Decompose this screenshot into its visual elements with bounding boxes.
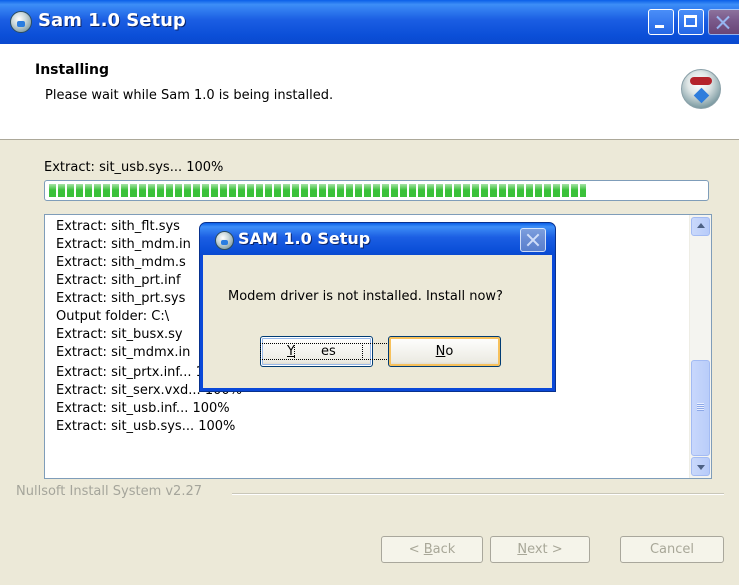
scroll-up-arrow-icon[interactable] (691, 217, 710, 236)
window-title: Sam 1.0 Setup (38, 10, 186, 31)
maximize-button[interactable] (678, 9, 704, 35)
setup-app-icon (10, 11, 32, 33)
dialog-title: SAM 1.0 Setup (238, 229, 371, 248)
log-line: Output folder: C:\ (56, 309, 170, 324)
no-button[interactable]: No (388, 336, 501, 367)
setup-app-icon (215, 231, 234, 250)
no-button-rest: o (445, 344, 454, 359)
yes-button-rest: es (293, 343, 363, 360)
window-titlebar[interactable]: Sam 1.0 Setup (0, 0, 739, 44)
dialog-message: Modem driver is not installed. Install n… (228, 289, 503, 304)
close-button[interactable] (708, 9, 739, 35)
branding-text: Nullsoft Install System v2.27 (16, 484, 203, 499)
cancel-button[interactable]: Cancel (620, 536, 724, 563)
progress-bar (44, 180, 709, 201)
next-button-mnemonic: N (517, 542, 528, 557)
footer-divider (232, 493, 724, 495)
yes-button-mnemonic: Y (287, 344, 295, 359)
log-line: Extract: sit_usb.sys... 100% (56, 419, 236, 434)
no-button-mnemonic: N (435, 344, 446, 359)
log-line: Extract: sith_mdm.s (56, 255, 186, 270)
back-button-mnemonic: B (423, 542, 433, 557)
modem-driver-dialog[interactable]: SAM 1.0 Setup Modem driver is not instal… (199, 222, 556, 392)
next-button-rest: ext > (527, 542, 563, 557)
log-scrollbar[interactable] (689, 215, 711, 478)
log-line: Extract: sit_usb.inf... 100% (56, 401, 230, 416)
page-subtitle: Please wait while Sam 1.0 is being insta… (45, 88, 334, 103)
progress-bar-fill (49, 184, 586, 197)
installer-disc-icon (681, 69, 721, 109)
log-line: Extract: sith_prt.sys (56, 291, 186, 306)
log-line: Extract: sith_mdm.in (56, 237, 191, 252)
back-button[interactable]: < Back (381, 536, 483, 563)
minimize-button[interactable] (648, 9, 674, 35)
page-header: Installing Please wait while Sam 1.0 is … (0, 44, 739, 140)
dialog-titlebar[interactable]: SAM 1.0 Setup (200, 223, 555, 255)
log-line: Extract: sit_mdmx.in (56, 345, 191, 360)
yes-button-label: Yes (260, 343, 389, 360)
back-button-prefix: < (408, 542, 424, 557)
dialog-body: Modem driver is not installed. Install n… (203, 255, 552, 388)
dialog-close-button[interactable] (520, 228, 546, 252)
scroll-down-arrow-icon[interactable] (691, 457, 710, 476)
yes-button[interactable]: Yes (260, 336, 389, 367)
progress-status-text: Extract: sit_usb.sys... 100% (44, 160, 224, 175)
log-line: Extract: sith_prt.inf (56, 273, 181, 288)
scroll-thumb[interactable] (691, 360, 710, 456)
back-button-rest: ack (432, 542, 456, 557)
log-line: Extract: sith_flt.sys (56, 219, 180, 234)
page-title: Installing (35, 62, 110, 78)
log-line: Extract: sit_busx.sy (56, 327, 183, 342)
next-button[interactable]: Next > (490, 536, 590, 563)
